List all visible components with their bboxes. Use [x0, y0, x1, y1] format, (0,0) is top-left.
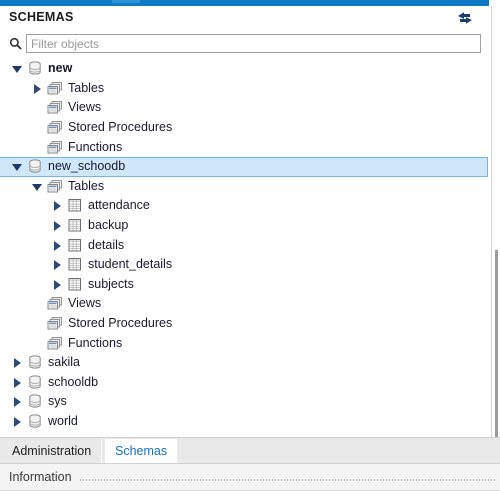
table-icon	[67, 277, 83, 292]
tree-row-label: Stored Procedures	[68, 316, 173, 331]
folder-icon	[47, 140, 63, 155]
schemas-panel: SCHEMAS new Tables Views Stored Procedures F…	[0, 0, 500, 500]
tree-row-label: backup	[88, 218, 129, 233]
chevron-down-icon[interactable]	[31, 180, 44, 193]
tab-administration[interactable]: Administration	[2, 439, 103, 464]
tree-row-label: Views	[68, 100, 102, 115]
database-icon	[27, 375, 43, 390]
tree-row[interactable]: schooldb	[0, 373, 489, 393]
tree-row[interactable]: Functions	[0, 137, 489, 157]
information-bar: Information	[0, 463, 500, 500]
tree-row-label: details	[88, 237, 125, 252]
tree-row[interactable]: world	[0, 412, 489, 432]
chevron-down-icon[interactable]	[11, 62, 24, 75]
folder-icon	[47, 316, 63, 331]
tree-row[interactable]: subjects	[0, 275, 489, 295]
tree-row[interactable]: Tables	[0, 79, 489, 99]
table-icon	[67, 198, 83, 213]
page-title: SCHEMAS	[9, 10, 74, 24]
vertical-scrollbar[interactable]	[495, 250, 498, 437]
chevron-down-icon[interactable]	[11, 160, 24, 173]
tree-row-label: Tables	[68, 178, 105, 193]
refresh-icon[interactable]	[457, 11, 473, 25]
window-accent-notch	[112, 0, 140, 3]
panel-tab-bar: Administration Schemas	[0, 437, 500, 464]
panel-right-divider	[491, 6, 492, 437]
tree-row-label: subjects	[88, 276, 134, 291]
tree-row[interactable]: Functions	[0, 333, 489, 353]
tree-row-label: new_schoodb	[48, 159, 126, 174]
folder-icon	[47, 296, 63, 311]
chevron-right-icon[interactable]	[31, 82, 44, 95]
folder-icon	[47, 336, 63, 351]
chevron-right-icon[interactable]	[51, 258, 64, 271]
table-icon	[67, 238, 83, 253]
tree-row-label: Functions	[68, 139, 123, 154]
folder-icon	[47, 100, 63, 115]
search-input[interactable]	[26, 34, 481, 53]
tree-row-label: sakila	[48, 355, 80, 370]
tree-row-label: Stored Procedures	[68, 120, 173, 135]
tree-row[interactable]: Stored Procedures	[0, 118, 489, 138]
tree-row-label: sys	[48, 394, 67, 409]
tree-row-label: attendance	[88, 198, 150, 213]
information-body	[0, 490, 500, 500]
chevron-right-icon[interactable]	[51, 239, 64, 252]
database-icon	[27, 61, 43, 76]
database-icon	[27, 159, 43, 174]
tab-schemas[interactable]: Schemas	[105, 439, 178, 464]
tree-row[interactable]: Views	[0, 98, 489, 118]
tree-row[interactable]: attendance	[0, 196, 489, 216]
tree-row[interactable]: new_schoodb	[0, 156, 488, 177]
tree-row[interactable]: details	[0, 235, 489, 255]
tree-row[interactable]: Views	[0, 294, 489, 314]
tree-row-label: new	[48, 61, 73, 76]
tree-row[interactable]: sys	[0, 392, 489, 412]
database-icon	[27, 414, 43, 429]
chevron-right-icon[interactable]	[11, 395, 24, 408]
tree-row-label: Tables	[68, 80, 105, 95]
tree-row-label: world	[48, 413, 78, 428]
database-icon	[27, 355, 43, 370]
tree-row[interactable]: Stored Procedures	[0, 314, 489, 334]
tree-row-label: student_details	[88, 257, 173, 272]
database-icon	[27, 394, 43, 409]
chevron-right-icon[interactable]	[51, 219, 64, 232]
information-label: Information	[9, 470, 72, 484]
tree-row-label: schooldb	[48, 374, 99, 389]
folder-icon	[47, 81, 63, 96]
table-icon	[67, 218, 83, 233]
tree-row[interactable]: new	[0, 59, 489, 79]
chevron-right-icon[interactable]	[51, 278, 64, 291]
chevron-right-icon[interactable]	[51, 199, 64, 212]
chevron-right-icon[interactable]	[11, 376, 24, 389]
folder-icon	[47, 179, 63, 194]
chevron-right-icon[interactable]	[11, 415, 24, 428]
tree-row-label: Functions	[68, 335, 123, 350]
chevron-right-icon[interactable]	[11, 356, 24, 369]
folder-icon	[47, 120, 63, 135]
search-icon	[9, 37, 22, 50]
table-icon	[67, 257, 83, 272]
tree-row[interactable]: student_details	[0, 255, 489, 275]
tree-row[interactable]: backup	[0, 216, 489, 236]
filter-row	[0, 31, 489, 58]
panel-header: SCHEMAS	[0, 6, 489, 31]
tree-row-label: Views	[68, 296, 102, 311]
schema-tree[interactable]: new Tables Views Stored Procedures Functions…	[0, 59, 489, 437]
tree-row[interactable]: Tables	[0, 177, 489, 197]
tree-row[interactable]: sakila	[0, 353, 489, 373]
information-dotted-separator	[80, 479, 496, 481]
